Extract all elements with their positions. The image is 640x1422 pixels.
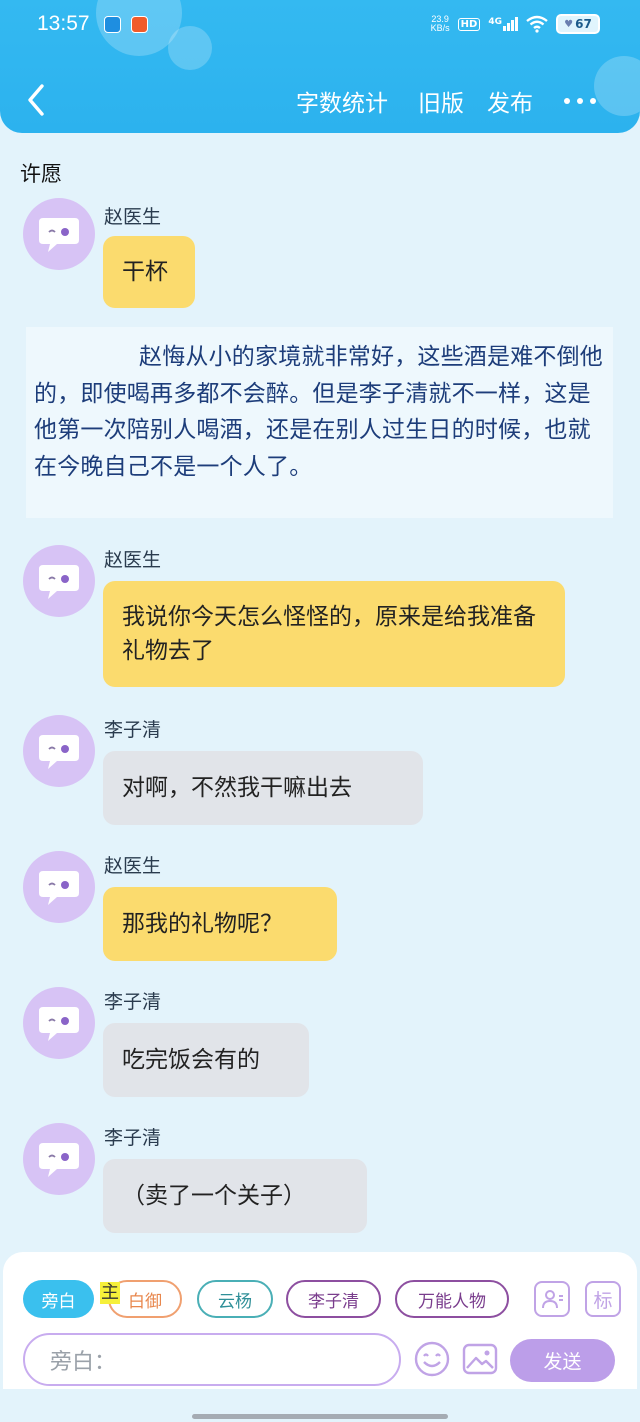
message-bubble[interactable]: 吃完饭会有的 xyxy=(103,1023,309,1097)
role-chip-liziqing[interactable]: 李子清 xyxy=(286,1280,381,1318)
label-button[interactable]: 标 xyxy=(585,1281,621,1317)
chat-message: 赵医生 我说你今天怎么怪怪的，原来是给我准备礼物去了 xyxy=(0,545,640,695)
emoji-icon[interactable] xyxy=(413,1340,451,1378)
message-bubble[interactable]: 我说你今天怎么怪怪的，原来是给我准备礼物去了 xyxy=(103,581,565,687)
more-options-icon[interactable] xyxy=(564,98,596,104)
message-bubble[interactable]: 对啊，不然我干嘛出去 xyxy=(103,751,423,825)
avatar[interactable] xyxy=(23,545,95,617)
image-icon[interactable] xyxy=(461,1340,499,1378)
chat-bubble-face-icon xyxy=(39,1143,79,1177)
sender-name: 赵医生 xyxy=(104,549,162,571)
role-chip-yunyang[interactable]: 云杨 xyxy=(197,1280,273,1318)
home-indicator[interactable] xyxy=(192,1414,448,1419)
status-bar: 13:57 23.9 KB/s HD 4G ♥ 67 xyxy=(0,10,640,42)
chat-message: 李子清 （卖了一个关子） xyxy=(0,1123,640,1238)
sender-name: 赵医生 xyxy=(104,206,162,228)
person-list-icon xyxy=(542,1290,563,1309)
hd-badge: HD xyxy=(457,17,481,31)
message-bubble[interactable]: 那我的礼物呢？ xyxy=(103,887,337,961)
message-bubble[interactable]: 干杯 xyxy=(103,236,195,308)
sender-name: 赵医生 xyxy=(104,855,162,877)
main-character-mark: 主 xyxy=(100,1282,120,1304)
top-header: 13:57 23.9 KB/s HD 4G ♥ 67 字数统计 旧版 发布 xyxy=(0,0,640,133)
nav-bar: 字数统计 旧版 发布 xyxy=(0,78,640,124)
app-notification-icon xyxy=(131,16,148,33)
chat-message: 李子清 对啊，不然我干嘛出去 xyxy=(0,715,640,830)
chat-bubble-face-icon xyxy=(39,1007,79,1041)
publish-button[interactable]: 发布 xyxy=(487,84,533,118)
old-version-button[interactable]: 旧版 xyxy=(418,84,464,118)
chat-bubble-face-icon xyxy=(39,871,79,905)
word-count-button[interactable]: 字数统计 xyxy=(296,84,388,118)
avatar[interactable] xyxy=(23,715,95,787)
avatar[interactable] xyxy=(23,851,95,923)
message-bubble[interactable]: （卖了一个关子） xyxy=(103,1159,367,1233)
story-title: 许愿 xyxy=(20,162,62,186)
status-time: 13:57 xyxy=(37,12,90,35)
send-button[interactable]: 发送 xyxy=(510,1339,615,1382)
chat-bubble-face-icon xyxy=(39,735,79,769)
wifi-icon xyxy=(526,15,548,33)
chat-bubble-face-icon xyxy=(39,218,79,252)
role-chip-narrator[interactable]: 旁白 xyxy=(23,1280,94,1318)
narration-block[interactable]: 赵悔从小的家境就非常好，这些酒是难不倒他的，即使喝再多都不会醉。但是李子清就不一… xyxy=(26,327,613,518)
cellular-signal-icon: 4G xyxy=(488,17,518,31)
avatar[interactable] xyxy=(23,987,95,1059)
chat-message: 李子清 吃完饭会有的 xyxy=(0,987,640,1102)
message-input[interactable]: 旁白： xyxy=(23,1333,401,1386)
avatar[interactable] xyxy=(23,198,95,270)
chat-message: 赵医生 那我的礼物呢？ xyxy=(0,851,640,966)
sender-name: 李子清 xyxy=(104,991,162,1013)
sender-name: 李子清 xyxy=(104,719,162,741)
character-manage-button[interactable] xyxy=(534,1281,570,1317)
app-notification-icon xyxy=(104,16,121,33)
sender-name: 李子清 xyxy=(104,1127,162,1149)
chat-message: 赵医生 干杯 xyxy=(0,198,640,313)
back-arrow-icon[interactable] xyxy=(22,80,58,120)
chat-bubble-face-icon xyxy=(39,565,79,599)
battery-icon: ♥ 67 xyxy=(556,14,600,34)
network-speed: 23.9 KB/s xyxy=(430,14,450,33)
role-chip-universal[interactable]: 万能人物 xyxy=(395,1280,509,1318)
avatar[interactable] xyxy=(23,1123,95,1195)
